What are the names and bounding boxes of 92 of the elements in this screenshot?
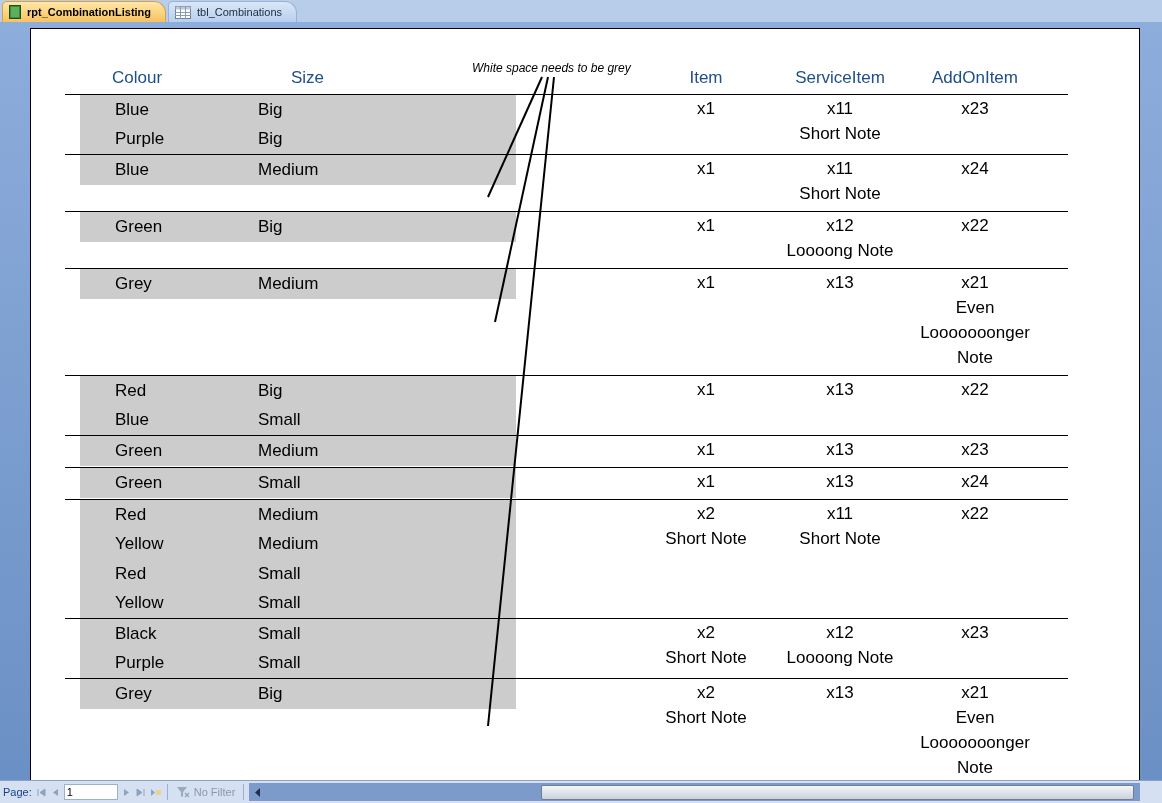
last-record-icon[interactable] [135,787,145,797]
add-on-item-cell-text: Even Looooooonger Note [919,297,1031,369]
first-record-icon[interactable] [36,787,46,797]
horizontal-scrollbar[interactable] [249,783,1140,801]
size-cell: Medium [258,534,319,555]
add-on-item-cell-text: x22 [961,379,989,401]
item-cell-text: x1 [697,471,715,493]
item-cell-text: x1 [697,379,715,401]
item-cell-text: x1 [697,272,715,294]
add-on-item-cell-text: x22 [961,503,989,525]
item-cell-text: x1 [697,439,715,461]
column-header: ServiceItem [795,68,885,88]
size-cell: Medium [258,273,319,294]
size-cell: Small [258,623,301,644]
service-item-cell-text: Loooong Note [786,240,894,262]
item-cell-text: x1 [697,98,715,120]
table-icon [175,5,192,19]
colour-cell-text: Green [114,472,164,493]
colour-cell-text: Grey [114,683,153,704]
report-icon [9,5,21,19]
add-on-item-cell-text: x23 [961,98,989,120]
column-header: Item [689,68,723,88]
item-cell-text: x2 [697,682,715,704]
page-label: Page: [3,786,32,798]
size-cell: Big [258,380,283,401]
item-cell-text: x1 [697,158,715,180]
annotation-text: White space needs to be grey [472,61,631,75]
add-on-item-cell-text: x21 [961,682,989,704]
service-item-cell-text: x12 [826,215,854,237]
colour-cell-text: Red [114,504,148,525]
size-cell: Big [258,129,283,150]
add-on-item-cell-text: x24 [961,158,989,180]
scrollbar-thumb[interactable] [541,784,1134,800]
funnel-icon [175,786,190,798]
add-on-item-cell-text: x23 [961,439,989,461]
colour-cell-text: Blue [114,99,151,120]
item-cell-text: x2 [697,622,715,644]
service-item-cell-text: x13 [826,272,854,294]
column-header: Colour [111,68,164,88]
document-tab[interactable]: rpt_CombinationListing [2,1,167,22]
item-cell-text: x1 [697,215,715,237]
colour-cell-text: Purple [114,129,166,150]
size-cell: Small [258,563,301,584]
service-item-cell-text: x12 [826,622,854,644]
item-cell-text: Short Note [665,707,747,729]
document-tab[interactable]: tbl_Combinations [168,1,298,22]
size-cell: Big [258,216,283,237]
size-cell: Medium [258,159,319,180]
item-cell-text: x2 [697,503,715,525]
size-cell: Small [258,410,301,431]
new-record-icon[interactable] [149,787,162,797]
colour-cell-text: Purple [114,653,166,674]
service-item-cell-text: Short Note [799,123,881,145]
size-cell: Big [258,683,283,704]
service-item-cell-text: x11 [826,98,854,120]
next-record-icon[interactable] [122,787,131,797]
colour-cell-text: Yellow [114,593,165,614]
service-item-cell-text: Short Note [799,183,881,205]
add-on-item-cell-text: x23 [961,622,989,644]
service-item-cell-text: Loooong Note [786,647,894,669]
service-item-cell-text: x11 [826,158,854,180]
size-cell: Small [258,472,301,493]
colour-cell-text: Blue [114,159,151,180]
item-cell-text: Short Note [665,528,747,550]
service-item-cell-text: x13 [826,471,854,493]
colour-cell-text: Grey [114,273,153,294]
service-item-cell-text: x13 [826,379,854,401]
service-item-cell-text: Short Note [799,528,881,550]
colour-cell-text: Yellow [114,534,165,555]
previous-record-icon[interactable] [50,787,59,797]
colour-cell-text: Green [114,216,164,237]
service-item-cell-text: x11 [826,503,854,525]
size-cell: Small [258,593,301,614]
size-cell: Medium [258,504,319,525]
add-on-item-cell-text: x21 [961,272,989,294]
size-cell: Big [258,99,283,120]
colour-cell-text: Blue [114,410,151,431]
service-item-cell-text: x13 [826,682,854,704]
column-header: AddOnItem [932,68,1018,88]
scroll-left-icon[interactable] [255,787,262,797]
colour-cell-text: Green [114,440,164,461]
add-on-item-cell-text: Even Looooooonger Note [919,707,1031,779]
colour-cell-text: Black [114,623,158,644]
size-cell: Small [258,653,301,674]
add-on-item-cell-text: x24 [961,471,989,493]
service-item-cell-text: x13 [826,439,854,461]
add-on-item-cell-text: x22 [961,215,989,237]
item-cell-text: Short Note [665,647,747,669]
page-number-field[interactable]: 1 [63,784,118,800]
colour-cell-text: Red [114,380,148,401]
size-cell: Medium [258,440,319,461]
colour-cell-text: Red [114,563,148,584]
